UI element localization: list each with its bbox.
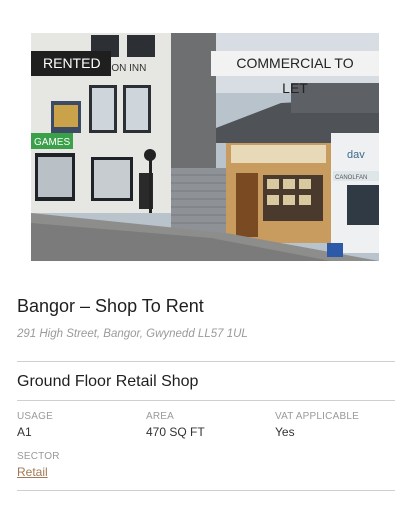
usage-field: USAGE A1 (17, 411, 53, 439)
area-label: AREA (146, 411, 175, 422)
property-card: LION INN GAMES dav CANOLFAN RENTED COMME… (0, 0, 415, 524)
sector-field: SECTOR Retail (17, 451, 60, 481)
commercial-to-let-badge: COMMERCIAL TO LET (211, 51, 379, 96)
listing-address: 291 High Street, Bangor, Gwynedd LL57 1U… (17, 328, 248, 340)
area-value: 470 SQ FT (146, 425, 205, 439)
sign-dav: dav (347, 149, 365, 161)
sign-canolfan: CANOLFAN (335, 175, 367, 181)
divider-top (17, 361, 395, 362)
property-photo[interactable]: LION INN GAMES dav CANOLFAN RENTED COMME… (31, 33, 379, 261)
listing-title[interactable]: Bangor – Shop To Rent (17, 296, 204, 317)
vat-field: VAT APPLICABLE Yes (275, 411, 359, 439)
vat-value: Yes (275, 425, 295, 439)
usage-value: A1 (17, 425, 32, 439)
vat-label: VAT APPLICABLE (275, 411, 359, 422)
sign-games: GAMES (34, 137, 70, 148)
rented-badge: RENTED (31, 51, 111, 76)
listing-subtitle: Ground Floor Retail Shop (17, 373, 199, 390)
usage-label: USAGE (17, 411, 54, 422)
sector-label: SECTOR (17, 451, 60, 462)
divider-middle (17, 400, 395, 401)
divider-bottom (17, 490, 395, 491)
sector-link[interactable]: Retail (17, 465, 48, 479)
area-field: AREA 470 SQ FT (146, 411, 205, 439)
